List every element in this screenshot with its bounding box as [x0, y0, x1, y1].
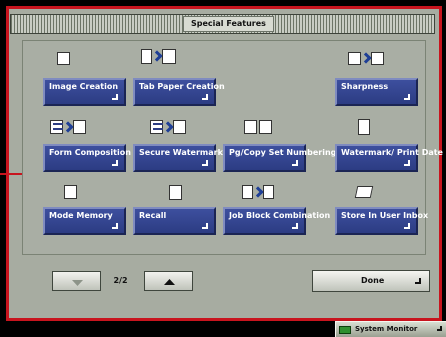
job-block-icon — [228, 181, 288, 203]
sharpness-button[interactable]: Sharpness — [335, 78, 418, 106]
features-panel: Image Creation Tab Paper Creation Sharpn… — [22, 40, 443, 255]
job-block-combination-button[interactable]: Job Block Combination — [223, 207, 331, 235]
job-block-combination-label: Job Block Combination — [229, 211, 331, 220]
secure-watermark-button[interactable]: Secure Watermark — [133, 144, 223, 172]
form-composition-button[interactable]: Form Composition — [43, 144, 131, 172]
copier-touchscreen: Special Features Image Creation Tab Pape… — [0, 0, 446, 337]
monitor-icon — [339, 326, 351, 334]
recall-icon — [158, 181, 192, 203]
form-composition-icon — [43, 116, 93, 138]
done-label: Done — [361, 276, 385, 285]
pg-copy-set-numbering-label: Pg/Copy Set Numbering — [229, 148, 337, 157]
mode-memory-button[interactable]: Mode Memory — [43, 207, 126, 235]
system-monitor-button[interactable]: System Monitor — [335, 321, 446, 337]
down-arrow-icon — [72, 280, 83, 286]
sharpness-icon — [341, 47, 391, 69]
tab-paper-creation-button[interactable]: Tab Paper Creation — [133, 78, 225, 106]
print-date-icon — [347, 116, 381, 138]
system-monitor-label: System Monitor — [355, 325, 418, 333]
store-inbox-icon — [347, 181, 381, 203]
next-page-button[interactable] — [144, 271, 193, 291]
store-in-user-inbox-button[interactable]: Store In User Inbox — [335, 207, 429, 235]
tab-paper-icon — [133, 45, 183, 67]
up-arrow-icon — [164, 279, 175, 285]
watermark-print-date-button[interactable]: Watermark/ Print Date — [335, 144, 443, 172]
sharpness-label: Sharpness — [341, 82, 389, 91]
image-creation-button[interactable]: Image Creation — [43, 78, 126, 106]
recall-button[interactable]: Recall — [133, 207, 216, 235]
done-button[interactable]: Done — [312, 270, 430, 292]
done-corner-icon — [415, 278, 421, 284]
system-monitor-corner-icon — [437, 326, 442, 331]
page-indicator: 2/2 — [113, 276, 128, 285]
pg-copy-set-numbering-button[interactable]: Pg/Copy Set Numbering — [223, 144, 337, 172]
secure-watermark-label: Secure Watermark — [139, 148, 223, 157]
mode-memory-icon — [53, 181, 87, 203]
mode-memory-label: Mode Memory — [49, 211, 113, 220]
tab-paper-creation-label: Tab Paper Creation — [139, 82, 225, 91]
numbering-icon — [233, 116, 283, 138]
store-in-user-inbox-label: Store In User Inbox — [341, 211, 429, 220]
form-composition-label: Form Composition — [49, 148, 131, 157]
secure-watermark-icon — [143, 116, 193, 138]
watermark-print-date-label: Watermark/ Print Date — [341, 148, 443, 157]
previous-page-button[interactable] — [52, 271, 101, 291]
recall-label: Recall — [139, 211, 167, 220]
page-title: Special Features — [183, 16, 274, 32]
title-bar: Special Features — [10, 14, 435, 34]
image-creation-label: Image Creation — [49, 82, 119, 91]
image-creation-icon — [46, 47, 80, 69]
